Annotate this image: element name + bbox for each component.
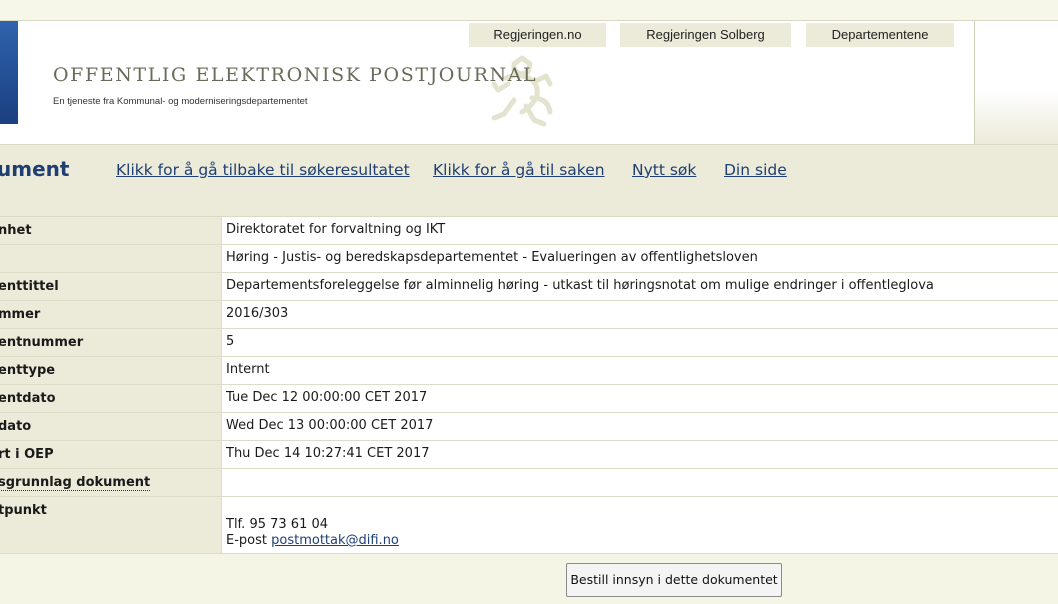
contact-row: tpunkt Tlf. 95 73 61 04 E-post postmotta…: [0, 497, 1058, 554]
row-label: rt i OEP: [0, 447, 54, 462]
my-page-link[interactable]: Din side: [724, 161, 787, 179]
tab-departementene[interactable]: Departementene: [806, 23, 954, 47]
page-title: ument: [0, 157, 70, 181]
tab-regjeringen-solberg[interactable]: Regjeringen Solberg: [620, 23, 791, 47]
row-value: Departementsforeleggelse før alminnelig …: [226, 278, 934, 293]
row-label: entnummer: [0, 335, 84, 350]
document-navbar: ument Klikk for å gå tilbake til søkeres…: [0, 144, 1058, 216]
row-label: tpunkt: [0, 503, 47, 518]
row-value: Internt: [226, 362, 270, 377]
document-metadata-table: nhet Direktoratet for forvaltning og IKT…: [0, 216, 1058, 554]
table-row: sgrunnlag dokument: [0, 469, 1058, 497]
row-label: entdato: [0, 391, 56, 406]
table-row: Høring - Justis- og beredskapsdepartemen…: [0, 245, 1058, 273]
table-row: entnummer 5: [0, 329, 1058, 357]
row-label: mmer: [0, 307, 41, 322]
header-side-panel: [974, 21, 1058, 145]
site-title: OFFENTLIG ELEKTRONISK POSTJOURNAL: [53, 64, 538, 86]
row-value: Direktoratet for forvaltning og IKT: [226, 222, 446, 237]
table-row: rt i OEP Thu Dec 14 10:27:41 CET 2017: [0, 441, 1058, 469]
contact-info: Tlf. 95 73 61 04 E-post postmottak@difi.…: [226, 517, 399, 549]
tab-regjeringen[interactable]: Regjeringen.no: [469, 23, 606, 47]
top-strip: [0, 0, 1058, 20]
row-value: 5: [226, 334, 235, 349]
table-row: enttittel Departementsforeleggelse før a…: [0, 273, 1058, 301]
table-row: enttype Internt: [0, 357, 1058, 385]
site-header: Regjeringen.no Regjeringen Solberg Depar…: [0, 20, 1058, 145]
go-to-case-link[interactable]: Klikk for å gå til saken: [433, 161, 605, 179]
row-value: Thu Dec 14 10:27:41 CET 2017: [226, 446, 430, 461]
row-value: Tue Dec 12 00:00:00 CET 2017: [226, 390, 428, 405]
row-label: dato: [0, 419, 32, 434]
contact-phone: Tlf. 95 73 61 04: [226, 517, 329, 532]
row-label-tooltip[interactable]: sgrunnlag dokument: [0, 475, 151, 491]
row-value: 2016/303: [226, 306, 289, 321]
table-row: nhet Direktoratet for forvaltning og IKT: [0, 217, 1058, 245]
order-access-button[interactable]: Bestill innsyn i dette dokumentet: [566, 563, 782, 597]
site-subtitle: En tjeneste fra Kommunal- og moderniseri…: [53, 96, 308, 107]
table-row: dato Wed Dec 13 00:00:00 CET 2017: [0, 413, 1058, 441]
table-row: mmer 2016/303: [0, 301, 1058, 329]
email-prefix: E-post: [226, 533, 267, 548]
new-search-link[interactable]: Nytt søk: [632, 161, 696, 179]
table-row: entdato Tue Dec 12 00:00:00 CET 2017: [0, 385, 1058, 413]
row-value: Høring - Justis- og beredskapsdepartemen…: [226, 250, 758, 265]
row-label: nhet: [0, 223, 32, 238]
page: Regjeringen.no Regjeringen Solberg Depar…: [0, 0, 1058, 604]
brand-color-bar: [0, 21, 18, 124]
contact-email-link[interactable]: postmottak@difi.no: [271, 533, 399, 548]
row-label: enttittel: [0, 279, 59, 294]
back-to-results-link[interactable]: Klikk for å gå tilbake til søkeresultate…: [116, 161, 410, 179]
row-label: enttype: [0, 363, 56, 378]
row-value: Wed Dec 13 00:00:00 CET 2017: [226, 418, 434, 433]
